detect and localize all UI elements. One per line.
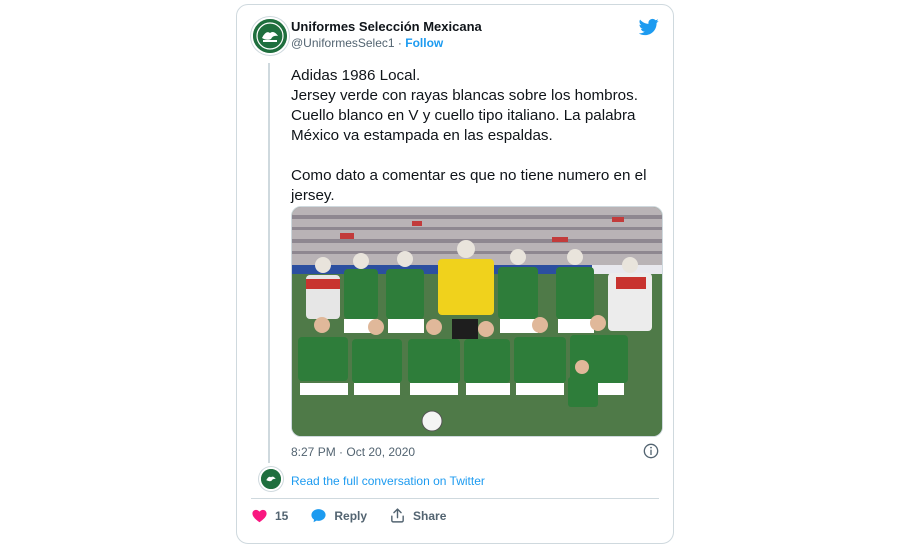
- heart-icon: [252, 509, 267, 523]
- author-display-name[interactable]: Uniformes Selección Mexicana: [291, 19, 482, 34]
- separator-dot: ·: [397, 36, 402, 50]
- author-handle[interactable]: @UniformesSelec1: [291, 36, 395, 50]
- actions-divider: [251, 498, 659, 499]
- mexico-badge-logo: [253, 19, 287, 53]
- reply-bubble-icon: [311, 509, 326, 523]
- tweet-timestamp[interactable]: 8:27 PM · Oct 20, 2020: [291, 445, 415, 459]
- author-avatar[interactable]: [251, 17, 289, 55]
- team-photo-illustration: [292, 207, 662, 436]
- author-handle-row: @UniformesSelec1 · Follow: [291, 36, 443, 50]
- like-count: 15: [275, 508, 289, 523]
- twitter-bird-icon[interactable]: [639, 17, 659, 37]
- tweet-photo[interactable]: [291, 206, 663, 437]
- share-label: Share: [413, 508, 447, 523]
- read-conversation-link[interactable]: Read the full conversation on Twitter: [291, 474, 485, 488]
- reply-label: Reply: [334, 508, 368, 523]
- info-icon[interactable]: [643, 443, 659, 459]
- conversation-avatar: [259, 467, 283, 491]
- tweet-text: Adidas 1986 Local. Jersey verde con raya…: [291, 67, 647, 204]
- mexico-badge-logo-small: [261, 469, 281, 489]
- follow-button[interactable]: Follow: [405, 36, 443, 50]
- reply-button[interactable]: Reply: [310, 507, 367, 524]
- share-upload-icon: [391, 508, 404, 523]
- like-button[interactable]: 15: [251, 507, 288, 524]
- tweet-actions-bar: 15 Reply Share: [251, 507, 468, 524]
- share-button[interactable]: Share: [389, 507, 446, 524]
- embedded-tweet-card: Uniformes Selección Mexicana @UniformesS…: [236, 4, 674, 544]
- thread-line: [268, 63, 270, 463]
